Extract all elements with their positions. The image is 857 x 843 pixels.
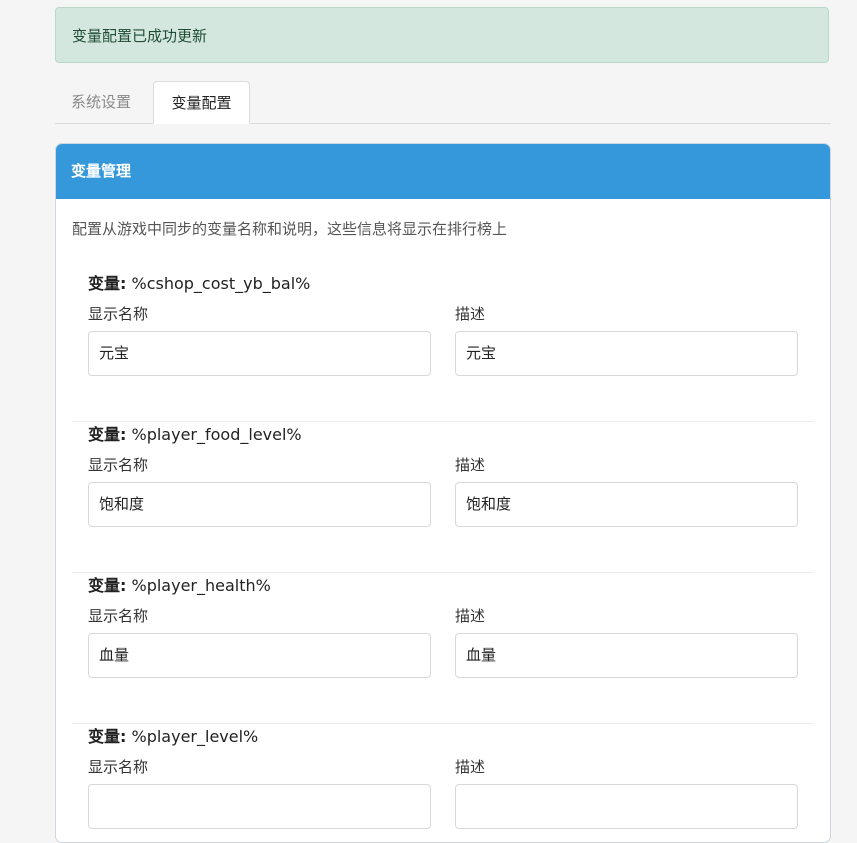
variable-row: 变量: %player_level% 显示名称 描述 xyxy=(72,723,814,842)
variable-row: 变量: %cshop_cost_yb_bal% 显示名称 描述 元宝 元宝 xyxy=(72,270,814,422)
display-name-label: 显示名称 xyxy=(88,758,149,776)
display-name-input[interactable]: 血量 xyxy=(88,633,431,678)
variable-name: %player_health% xyxy=(131,576,271,595)
tab-bar: 系统设置 变量配置 xyxy=(55,81,831,124)
variable-title: 变量: %player_food_level% xyxy=(88,421,302,445)
tab-variable-config[interactable]: 变量配置 xyxy=(153,81,250,124)
card-description: 配置从游戏中同步的变量名称和说明，这些信息将显示在排行榜上 xyxy=(72,220,508,238)
success-alert: 变量配置已成功更新 xyxy=(55,7,829,63)
description-label: 描述 xyxy=(455,456,486,474)
variable-label: 变量: xyxy=(88,727,127,746)
description-label: 描述 xyxy=(455,305,486,323)
variable-management-card: 变量管理 配置从游戏中同步的变量名称和说明，这些信息将显示在排行榜上 变量: %… xyxy=(55,143,831,843)
description-label: 描述 xyxy=(455,607,486,625)
tab-system-settings[interactable]: 系统设置 xyxy=(55,81,151,123)
variable-row: 变量: %player_food_level% 显示名称 描述 饱和度 饱和度 xyxy=(72,421,814,573)
display-name-label: 显示名称 xyxy=(88,305,149,323)
variable-row: 变量: %player_health% 显示名称 描述 血量 血量 xyxy=(72,572,814,724)
display-name-input[interactable]: 元宝 xyxy=(88,331,431,376)
display-name-label: 显示名称 xyxy=(88,456,149,474)
display-name-input[interactable]: 饱和度 xyxy=(88,482,431,527)
description-label: 描述 xyxy=(455,758,486,776)
variable-title: 变量: %player_health% xyxy=(88,572,271,596)
description-input[interactable]: 元宝 xyxy=(455,331,798,376)
variable-title: 变量: %player_level% xyxy=(88,723,258,747)
alert-message: 变量配置已成功更新 xyxy=(72,27,208,45)
display-name-input[interactable] xyxy=(88,784,431,829)
card-title: 变量管理 xyxy=(56,144,830,199)
variable-label: 变量: xyxy=(88,425,127,444)
variable-name: %player_level% xyxy=(131,727,259,746)
display-name-label: 显示名称 xyxy=(88,607,149,625)
description-input[interactable]: 血量 xyxy=(455,633,798,678)
variable-name: %player_food_level% xyxy=(131,425,302,444)
variable-title: 变量: %cshop_cost_yb_bal% xyxy=(88,270,310,294)
variable-label: 变量: xyxy=(88,274,127,293)
variable-label: 变量: xyxy=(88,576,127,595)
description-input[interactable] xyxy=(455,784,798,829)
variable-name: %cshop_cost_yb_bal% xyxy=(131,274,311,293)
description-input[interactable]: 饱和度 xyxy=(455,482,798,527)
